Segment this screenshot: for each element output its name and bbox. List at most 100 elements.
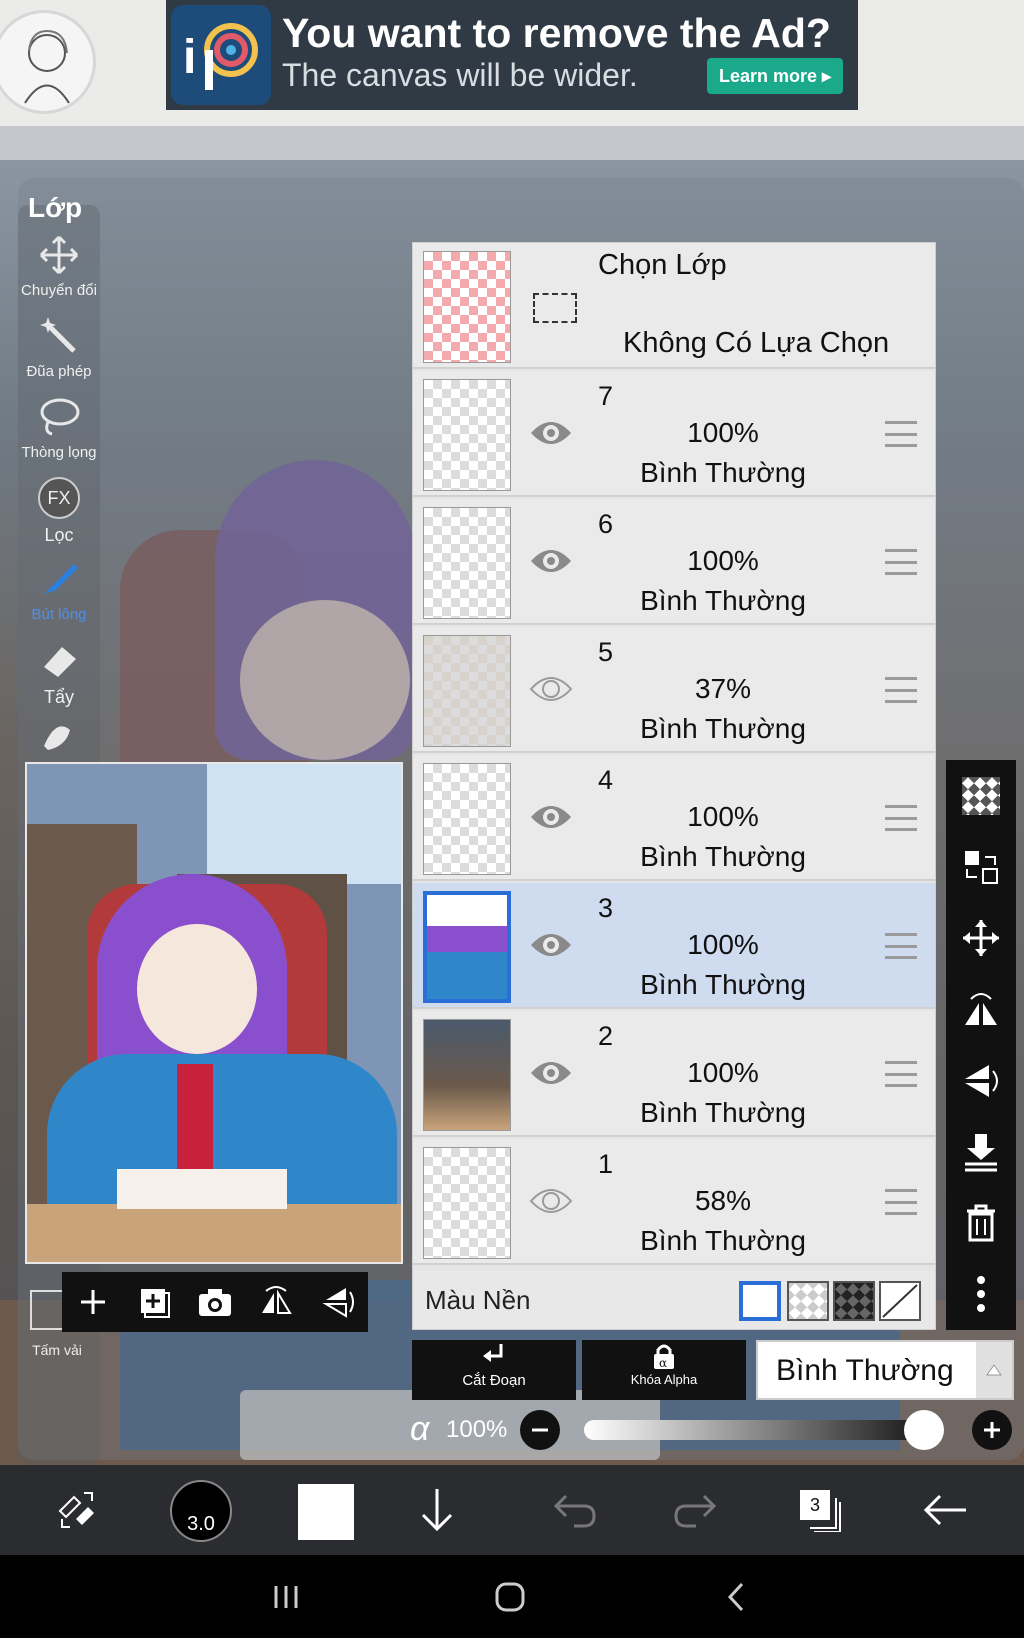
bg-dark-checker-swatch[interactable]: [833, 1281, 875, 1321]
drag-handle-icon[interactable]: [885, 1061, 917, 1087]
tool-brush[interactable]: Bút lông: [18, 556, 100, 623]
eye-icon[interactable]: [529, 927, 573, 963]
layer-thumbnail: [423, 891, 511, 1003]
bg-white-swatch[interactable]: [739, 1281, 781, 1321]
recent-apps-button[interactable]: [262, 1575, 310, 1619]
eye-icon[interactable]: [529, 415, 573, 451]
opacity-increase-button[interactable]: [972, 1410, 1012, 1450]
tool-magic-wand[interactable]: Đũa phép: [18, 313, 100, 380]
layer-row-2[interactable]: 2 100% Bình Thường: [413, 1011, 935, 1137]
layer-thumbnail: [423, 763, 511, 875]
redo-button[interactable]: [664, 1477, 730, 1543]
swap-layer-button[interactable]: [958, 844, 1004, 890]
tool-eraser[interactable]: Tẩy: [18, 637, 100, 708]
layer-row-4[interactable]: 4 100% Bình Thường: [413, 755, 935, 881]
divider-strip: [0, 126, 1024, 160]
clip-arrow-icon: [412, 1340, 576, 1370]
opacity-slider[interactable]: [584, 1420, 934, 1440]
fx-glyph: FX: [38, 477, 80, 519]
flip-vertical-button[interactable]: [314, 1279, 360, 1325]
canvas-preview[interactable]: [25, 762, 403, 1264]
tool-filter[interactable]: FX Lọc: [18, 475, 100, 546]
clipping-label: Cắt Đoạn: [462, 1372, 526, 1389]
bg-light-checker-swatch[interactable]: [787, 1281, 829, 1321]
selection-layer-thumbnail: [423, 251, 511, 363]
tool-transform[interactable]: Chuyển đổi: [18, 232, 100, 299]
layer-list: Chọn Lớp Không Có Lựa Chọn 7 100% Bình Thư…: [412, 242, 936, 1330]
drag-handle-icon[interactable]: [885, 933, 917, 959]
scroll-down-button[interactable]: [404, 1477, 470, 1543]
flip-vertical-layer-button[interactable]: [958, 1058, 1004, 1104]
system-back-button[interactable]: [712, 1575, 760, 1619]
drag-handle-icon[interactable]: [885, 549, 917, 575]
eye-icon[interactable]: [529, 1055, 573, 1091]
selection-layer-title: Chọn Lớp: [598, 249, 727, 281]
brush-size-button[interactable]: 3.0: [170, 1480, 232, 1542]
layer-blend-mode: Bình Thường: [640, 969, 806, 1000]
svg-text:i: i: [183, 31, 196, 84]
layers-button[interactable]: 3: [800, 1488, 844, 1532]
tool-label: Thòng lọng: [21, 444, 97, 461]
flip-horizontal-button[interactable]: [253, 1279, 299, 1325]
alpha-symbol: α: [410, 1410, 430, 1448]
home-button[interactable]: [486, 1575, 534, 1619]
trash-icon: [967, 1204, 995, 1242]
layer-opacity: 100%: [687, 929, 759, 960]
drag-handle-icon[interactable]: [885, 677, 917, 703]
home-icon: [495, 1582, 525, 1612]
color-picker-button[interactable]: [298, 1484, 354, 1540]
eye-icon[interactable]: [529, 799, 573, 835]
transparent-bg-button[interactable]: [958, 773, 1004, 819]
tool-switch-button[interactable]: [44, 1477, 110, 1543]
layer-blend-mode: Bình Thường: [640, 457, 806, 488]
more-options-button[interactable]: [958, 1271, 1004, 1317]
layer-row-1[interactable]: 1 58% Bình Thường: [413, 1139, 935, 1265]
magic-wand-icon: [36, 313, 82, 359]
layer-count: 3: [800, 1490, 830, 1520]
eye-outline-icon[interactable]: [529, 671, 573, 707]
delete-layer-button[interactable]: [958, 1200, 1004, 1246]
layer-window-title: Lớp: [28, 192, 83, 223]
layer-blend-mode: Bình Thường: [640, 841, 806, 872]
arrow-left-icon: [923, 1494, 966, 1526]
ad-learn-more-button[interactable]: Learn more ▸: [707, 58, 844, 94]
opacity-slider-handle[interactable]: [904, 1410, 944, 1450]
layer-thumbnail: [423, 379, 511, 491]
bg-none-swatch[interactable]: [879, 1281, 921, 1321]
layer-row-3[interactable]: 3 100% Bình Thường: [413, 883, 935, 1009]
merge-down-icon: [965, 1133, 997, 1172]
merge-down-button[interactable]: [958, 1129, 1004, 1175]
flip-vertical-icon: [322, 1288, 355, 1318]
tool-label: Đũa phép: [26, 363, 92, 380]
alpha-lock-label: Khóa Alpha: [630, 1372, 698, 1387]
opacity-value: 100%: [446, 1416, 508, 1443]
eye-icon[interactable]: [529, 543, 573, 579]
eye-outline-icon[interactable]: [529, 1183, 573, 1219]
background-color-label: Màu Nền: [425, 1285, 531, 1315]
drag-handle-icon[interactable]: [885, 805, 917, 831]
add-layer-button[interactable]: [70, 1279, 116, 1325]
drag-handle-icon[interactable]: [885, 1189, 917, 1215]
smudge-icon[interactable]: [36, 716, 76, 756]
layer-row-7[interactable]: 7 100% Bình Thường: [413, 371, 935, 497]
back-button[interactable]: [912, 1477, 978, 1543]
layer-row-5[interactable]: 5 37% Bình Thường: [413, 627, 935, 753]
selection-layer-row[interactable]: Chọn Lớp Không Có Lựa Chọn: [413, 243, 935, 369]
clipping-button[interactable]: Cắt Đoạn: [412, 1340, 576, 1400]
opacity-decrease-button[interactable]: [520, 1410, 560, 1450]
undo-button[interactable]: [540, 1477, 606, 1543]
alpha-lock-button[interactable]: α Khóa Alpha: [582, 1340, 746, 1400]
preview-window: [207, 764, 401, 884]
blend-mode-select[interactable]: Bình Thường: [756, 1340, 1014, 1400]
drag-handle-icon[interactable]: [885, 421, 917, 447]
layer-opacity: 37%: [694, 673, 752, 704]
import-photo-button[interactable]: [192, 1279, 238, 1325]
brush-eraser-switch-icon: [58, 1492, 94, 1528]
add-special-layer-button[interactable]: [131, 1279, 177, 1325]
layer-row-6[interactable]: 6 100% Bình Thường: [413, 499, 935, 625]
layer-thumbnail: [423, 635, 511, 747]
move-layer-button[interactable]: [958, 915, 1004, 961]
svg-text:α: α: [659, 1356, 667, 1370]
tool-lasso[interactable]: Thòng lọng: [18, 394, 100, 461]
flip-horizontal-layer-button[interactable]: [958, 986, 1004, 1032]
